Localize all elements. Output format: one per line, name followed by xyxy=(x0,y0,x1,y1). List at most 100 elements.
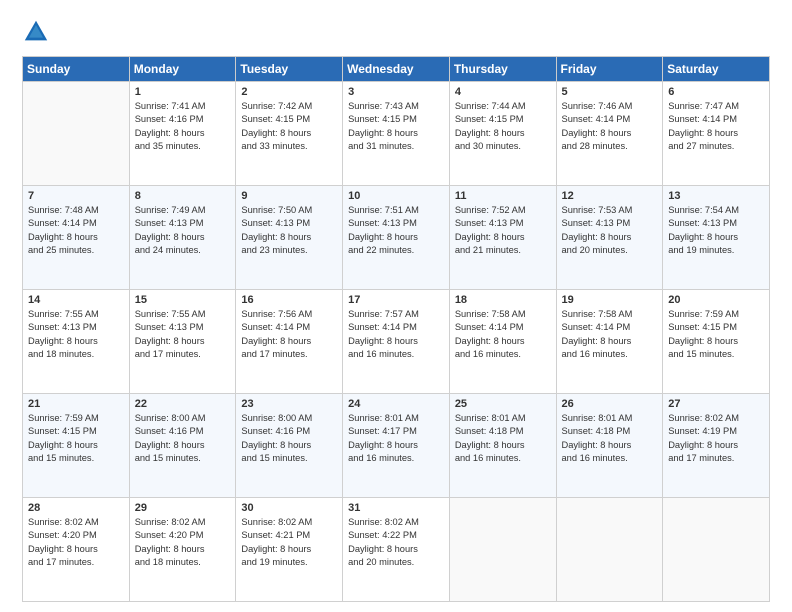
calendar-week-row: 14 Sunrise: 7:55 AM Sunset: 4:13 PM Dayli… xyxy=(23,290,770,394)
logo xyxy=(22,18,53,46)
day-info: Sunrise: 7:43 AM Sunset: 4:15 PM Dayligh… xyxy=(348,100,444,154)
day-number: 25 xyxy=(455,398,551,410)
calendar-week-row: 7Sunrise: 7:48 AM Sunset: 4:14 PM Daylig… xyxy=(23,186,770,290)
calendar-cell: 11 Sunrise: 7:52 AM Sunset: 4:13 PM Dayli… xyxy=(449,186,556,290)
day-info: Sunrise: 7:52 AM Sunset: 4:13 PM Dayligh… xyxy=(455,204,551,258)
calendar-cell: 3Sunrise: 7:43 AM Sunset: 4:15 PM Daylig… xyxy=(343,82,450,186)
day-number: 16 xyxy=(241,294,337,306)
calendar-cell xyxy=(663,498,770,602)
day-info: Sunrise: 8:01 AM Sunset: 4:18 PM Dayligh… xyxy=(455,412,551,466)
calendar-header-row: SundayMondayTuesdayWednesdayThursdayFrid… xyxy=(23,57,770,82)
calendar-cell: 4Sunrise: 7:44 AM Sunset: 4:15 PM Daylig… xyxy=(449,82,556,186)
day-info: Sunrise: 8:02 AM Sunset: 4:22 PM Dayligh… xyxy=(348,516,444,570)
day-info: Sunrise: 8:00 AM Sunset: 4:16 PM Dayligh… xyxy=(135,412,231,466)
day-info: Sunrise: 8:02 AM Sunset: 4:20 PM Dayligh… xyxy=(135,516,231,570)
weekday-header-sunday: Sunday xyxy=(23,57,130,82)
calendar-cell: 17Sunrise: 7:57 AM Sunset: 4:14 PM Dayli… xyxy=(343,290,450,394)
day-number: 10 xyxy=(348,190,444,202)
day-number: 2 xyxy=(241,86,337,98)
weekday-header-wednesday: Wednesday xyxy=(343,57,450,82)
day-number: 21 xyxy=(28,398,124,410)
day-number: 13 xyxy=(668,190,764,202)
calendar-cell: 5 Sunrise: 7:46 AM Sunset: 4:14 PM Daylig… xyxy=(556,82,663,186)
calendar-week-row: 21 Sunrise: 7:59 AM Sunset: 4:15 PM Dayli… xyxy=(23,394,770,498)
day-info: Sunrise: 8:02 AM Sunset: 4:20 PM Dayligh… xyxy=(28,516,124,570)
calendar-cell: 9 Sunrise: 7:50 AM Sunset: 4:13 PM Daylig… xyxy=(236,186,343,290)
day-info: Sunrise: 7:55 AM Sunset: 4:13 PM Dayligh… xyxy=(28,308,124,362)
day-info: Sunrise: 7:59 AM Sunset: 4:15 PM Dayligh… xyxy=(668,308,764,362)
day-info: Sunrise: 8:01 AM Sunset: 4:18 PM Dayligh… xyxy=(562,412,658,466)
header xyxy=(22,18,770,46)
calendar-cell: 6 Sunrise: 7:47 AM Sunset: 4:14 PM Daylig… xyxy=(663,82,770,186)
day-number: 9 xyxy=(241,190,337,202)
day-number: 28 xyxy=(28,502,124,514)
calendar-cell: 12 Sunrise: 7:53 AM Sunset: 4:13 PM Dayli… xyxy=(556,186,663,290)
calendar-cell: 13 Sunrise: 7:54 AM Sunset: 4:13 PM Dayli… xyxy=(663,186,770,290)
day-info: Sunrise: 7:59 AM Sunset: 4:15 PM Dayligh… xyxy=(28,412,124,466)
calendar-cell: 26 Sunrise: 8:01 AM Sunset: 4:18 PM Dayli… xyxy=(556,394,663,498)
day-number: 29 xyxy=(135,502,231,514)
day-number: 22 xyxy=(135,398,231,410)
weekday-header-friday: Friday xyxy=(556,57,663,82)
calendar-cell: 1 Sunrise: 7:41 AM Sunset: 4:16 PM Daylig… xyxy=(129,82,236,186)
day-info: Sunrise: 7:58 AM Sunset: 4:14 PM Dayligh… xyxy=(562,308,658,362)
logo-icon xyxy=(22,18,50,46)
calendar-cell: 15 Sunrise: 7:55 AM Sunset: 4:13 PM Dayli… xyxy=(129,290,236,394)
day-info: Sunrise: 7:49 AM Sunset: 4:13 PM Dayligh… xyxy=(135,204,231,258)
weekday-header-monday: Monday xyxy=(129,57,236,82)
day-info: Sunrise: 7:56 AM Sunset: 4:14 PM Dayligh… xyxy=(241,308,337,362)
calendar-cell: 22 Sunrise: 8:00 AM Sunset: 4:16 PM Dayli… xyxy=(129,394,236,498)
calendar-cell xyxy=(23,82,130,186)
calendar-table: SundayMondayTuesdayWednesdayThursdayFrid… xyxy=(22,56,770,602)
weekday-header-thursday: Thursday xyxy=(449,57,556,82)
calendar-cell: 27Sunrise: 8:02 AM Sunset: 4:19 PM Dayli… xyxy=(663,394,770,498)
day-info: Sunrise: 7:48 AM Sunset: 4:14 PM Dayligh… xyxy=(28,204,124,258)
calendar-cell: 29 Sunrise: 8:02 AM Sunset: 4:20 PM Dayli… xyxy=(129,498,236,602)
calendar-cell: 25 Sunrise: 8:01 AM Sunset: 4:18 PM Dayli… xyxy=(449,394,556,498)
calendar-cell: 24Sunrise: 8:01 AM Sunset: 4:17 PM Dayli… xyxy=(343,394,450,498)
day-number: 1 xyxy=(135,86,231,98)
day-number: 31 xyxy=(348,502,444,514)
day-number: 15 xyxy=(135,294,231,306)
day-number: 26 xyxy=(562,398,658,410)
calendar-week-row: 1 Sunrise: 7:41 AM Sunset: 4:16 PM Daylig… xyxy=(23,82,770,186)
day-info: Sunrise: 7:46 AM Sunset: 4:14 PM Dayligh… xyxy=(562,100,658,154)
calendar-cell: 10Sunrise: 7:51 AM Sunset: 4:13 PM Dayli… xyxy=(343,186,450,290)
day-number: 27 xyxy=(668,398,764,410)
day-info: Sunrise: 7:50 AM Sunset: 4:13 PM Dayligh… xyxy=(241,204,337,258)
calendar-cell: 2 Sunrise: 7:42 AM Sunset: 4:15 PM Daylig… xyxy=(236,82,343,186)
day-number: 8 xyxy=(135,190,231,202)
day-number: 6 xyxy=(668,86,764,98)
day-info: Sunrise: 7:47 AM Sunset: 4:14 PM Dayligh… xyxy=(668,100,764,154)
day-info: Sunrise: 7:41 AM Sunset: 4:16 PM Dayligh… xyxy=(135,100,231,154)
calendar-cell: 16 Sunrise: 7:56 AM Sunset: 4:14 PM Dayli… xyxy=(236,290,343,394)
calendar-week-row: 28 Sunrise: 8:02 AM Sunset: 4:20 PM Dayli… xyxy=(23,498,770,602)
calendar-cell: 21 Sunrise: 7:59 AM Sunset: 4:15 PM Dayli… xyxy=(23,394,130,498)
day-number: 14 xyxy=(28,294,124,306)
calendar-cell: 7Sunrise: 7:48 AM Sunset: 4:14 PM Daylig… xyxy=(23,186,130,290)
day-number: 11 xyxy=(455,190,551,202)
day-info: Sunrise: 7:55 AM Sunset: 4:13 PM Dayligh… xyxy=(135,308,231,362)
day-info: Sunrise: 7:54 AM Sunset: 4:13 PM Dayligh… xyxy=(668,204,764,258)
weekday-header-saturday: Saturday xyxy=(663,57,770,82)
day-number: 20 xyxy=(668,294,764,306)
calendar-cell: 19 Sunrise: 7:58 AM Sunset: 4:14 PM Dayli… xyxy=(556,290,663,394)
day-number: 19 xyxy=(562,294,658,306)
day-number: 12 xyxy=(562,190,658,202)
page: SundayMondayTuesdayWednesdayThursdayFrid… xyxy=(0,0,792,612)
day-info: Sunrise: 7:53 AM Sunset: 4:13 PM Dayligh… xyxy=(562,204,658,258)
day-info: Sunrise: 8:00 AM Sunset: 4:16 PM Dayligh… xyxy=(241,412,337,466)
calendar-cell: 14 Sunrise: 7:55 AM Sunset: 4:13 PM Dayli… xyxy=(23,290,130,394)
day-info: Sunrise: 7:42 AM Sunset: 4:15 PM Dayligh… xyxy=(241,100,337,154)
day-number: 4 xyxy=(455,86,551,98)
day-number: 5 xyxy=(562,86,658,98)
day-number: 18 xyxy=(455,294,551,306)
weekday-header-tuesday: Tuesday xyxy=(236,57,343,82)
calendar-cell: 28 Sunrise: 8:02 AM Sunset: 4:20 PM Dayli… xyxy=(23,498,130,602)
calendar-cell: 20 Sunrise: 7:59 AM Sunset: 4:15 PM Dayli… xyxy=(663,290,770,394)
calendar-body: 1 Sunrise: 7:41 AM Sunset: 4:16 PM Daylig… xyxy=(23,82,770,602)
calendar-cell xyxy=(556,498,663,602)
day-number: 24 xyxy=(348,398,444,410)
calendar-cell: 8 Sunrise: 7:49 AM Sunset: 4:13 PM Daylig… xyxy=(129,186,236,290)
day-info: Sunrise: 7:57 AM Sunset: 4:14 PM Dayligh… xyxy=(348,308,444,362)
